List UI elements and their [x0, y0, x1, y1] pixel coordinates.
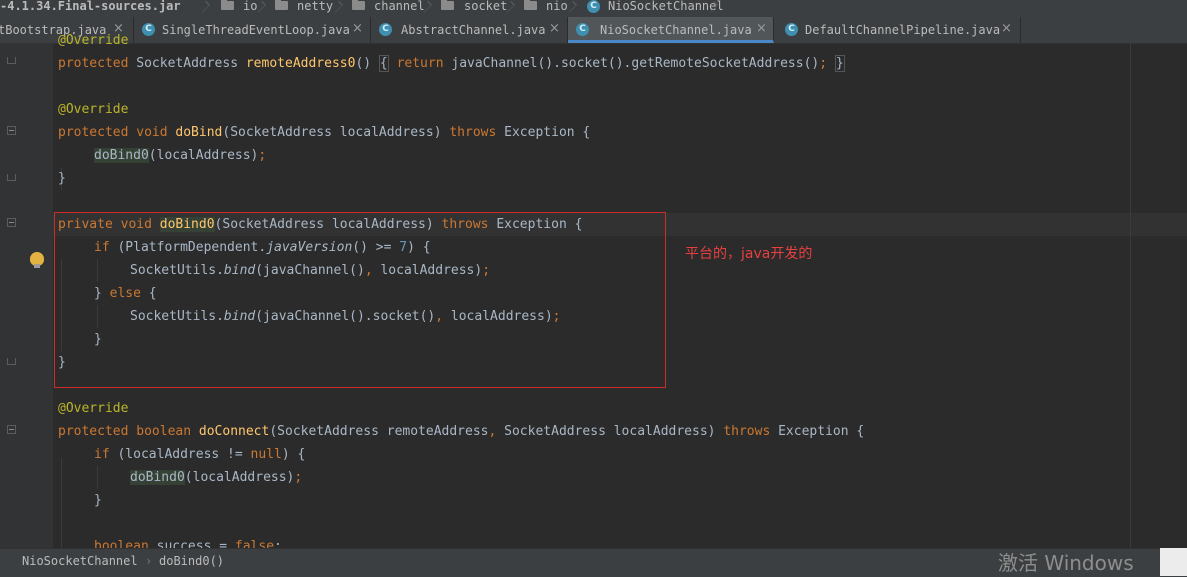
- close-icon[interactable]: ×: [1001, 21, 1012, 36]
- windows-activation-watermark: 激活 Windows: [998, 551, 1134, 575]
- folder-icon: [524, 0, 537, 10]
- code-text: success =: [148, 539, 235, 548]
- code-line: doBind0(localAddress);: [94, 144, 266, 167]
- keyword: if: [94, 447, 110, 462]
- breadcrumb: -4.1.34.Final-sources.jar io netty chann…: [0, 0, 1187, 17]
- status-separator: ›: [145, 554, 153, 568]
- code-line: @Override: [58, 29, 128, 52]
- breadcrumb-item-socket[interactable]: socket: [464, 0, 507, 17]
- code-line: if (localAddress != null) {: [94, 443, 305, 466]
- close-icon[interactable]: ×: [352, 21, 363, 36]
- class-icon: C: [142, 23, 155, 36]
- breadcrumb-chevron-icon: [206, 0, 214, 17]
- method-name: doConnect: [198, 424, 270, 439]
- keyword: throws: [449, 125, 497, 140]
- tab-singlethreadeventloop[interactable]: C SingleThreadEventLoop.java ×: [134, 17, 371, 43]
- folder-icon: [441, 0, 454, 10]
- status-class[interactable]: NioSocketChannel: [22, 554, 138, 568]
- keyword: protected: [58, 56, 129, 71]
- code-text: }: [94, 493, 102, 508]
- code-line: }: [94, 489, 102, 512]
- breadcrumb-chevron-icon: [511, 0, 519, 17]
- code-text: (localAddress): [184, 470, 295, 485]
- tab-label: NioSocketChannel.java: [600, 23, 752, 37]
- folder-icon: [275, 0, 288, 10]
- tab-abstractchannel[interactable]: C AbstractChannel.java ×: [371, 17, 568, 43]
- code-text: (SocketAddress localAddress): [222, 125, 450, 140]
- method-name: remoteAddress0: [245, 56, 356, 71]
- folded-brace[interactable]: {: [378, 55, 389, 72]
- keyword: false: [234, 539, 275, 548]
- close-icon[interactable]: ×: [549, 21, 560, 36]
- code-line: doBind0(localAddress);: [130, 466, 302, 489]
- annotation: @Override: [58, 33, 129, 48]
- keyword: protected void: [58, 125, 168, 140]
- breadcrumb-item-netty[interactable]: netty: [297, 0, 333, 17]
- semicolon: ;: [819, 56, 828, 71]
- code-line: protected SocketAddress remoteAddress0()…: [58, 52, 845, 75]
- code-text: SocketAddress: [128, 56, 246, 71]
- semicolon: ;: [258, 148, 267, 163]
- right-margin-guide: [1130, 43, 1131, 548]
- code-text: (SocketAddress remoteAddress: [269, 424, 489, 439]
- keyword: protected boolean: [58, 424, 192, 439]
- class-icon: C: [785, 23, 798, 36]
- tab-label: AbstractChannel.java: [401, 23, 546, 37]
- folded-brace[interactable]: }: [834, 55, 845, 72]
- keyword: throws: [723, 424, 771, 439]
- code-text: ) {: [281, 447, 306, 462]
- breadcrumb-item-channel[interactable]: channel: [374, 0, 425, 17]
- class-icon: C: [576, 23, 589, 36]
- code-text: (localAddress !=: [109, 447, 251, 462]
- code-text: SocketAddress localAddress): [496, 424, 724, 439]
- tab-defaultchannelpipeline[interactable]: C DefaultChannelPipeline.java ×: [775, 17, 1021, 43]
- method-name: doBind: [175, 125, 223, 140]
- code-text: }: [58, 171, 66, 186]
- code-text: Exception {: [770, 424, 865, 439]
- class-icon: C: [587, 0, 600, 13]
- editor-tab-bar: tBootstrap.java × C SingleThreadEventLoo…: [0, 17, 1187, 44]
- breadcrumb-chevron-icon: [339, 0, 347, 17]
- method-call-highlight: doBind0: [94, 148, 149, 163]
- breadcrumb-chevron-icon: [714, 0, 722, 17]
- status-method[interactable]: doBind0(): [159, 554, 224, 568]
- code-line: @Override: [58, 98, 128, 121]
- breadcrumb-chevron-icon: [262, 0, 270, 17]
- tab-niosocketchannel[interactable]: C NioSocketChannel.java ×: [568, 17, 774, 43]
- annotation: @Override: [58, 102, 129, 117]
- code-line: boolean success = false;: [94, 535, 282, 548]
- code-text: (): [355, 56, 379, 71]
- keyword: boolean: [94, 539, 149, 548]
- tab-label: DefaultChannelPipeline.java: [805, 23, 1001, 37]
- annotation-note: 平台的，java开发的: [685, 246, 813, 262]
- semicolon: ;: [294, 470, 303, 485]
- folder-icon: [352, 0, 365, 10]
- code-text: javaChannel().socket().getRemoteSocketAd…: [443, 56, 820, 71]
- code-text: (localAddress): [148, 148, 259, 163]
- keyword: return: [396, 56, 444, 71]
- breadcrumb-chevron-icon: [573, 0, 581, 17]
- annotation: @Override: [58, 401, 129, 416]
- code-line: @Override: [58, 397, 128, 420]
- code-line: }: [58, 167, 66, 190]
- indent-guide: [97, 466, 98, 489]
- tab-label: SingleThreadEventLoop.java: [162, 23, 350, 37]
- code-line: protected void doBind(SocketAddress loca…: [58, 121, 590, 144]
- folder-icon: [221, 0, 234, 10]
- code-line: protected boolean doConnect(SocketAddres…: [58, 420, 864, 443]
- class-icon: C: [379, 23, 392, 36]
- keyword: null: [250, 447, 282, 462]
- method-call-highlight: doBind0: [130, 470, 185, 485]
- code-text: Exception {: [496, 125, 591, 140]
- breadcrumb-chevron-icon: [428, 0, 436, 17]
- indent-guide: [61, 458, 62, 548]
- highlight-box: [54, 212, 666, 388]
- corner-widget: [1160, 548, 1187, 576]
- code-text: ;: [274, 539, 282, 548]
- close-icon[interactable]: ×: [756, 21, 767, 36]
- breadcrumb-jar[interactable]: -4.1.34.Final-sources.jar: [0, 0, 181, 17]
